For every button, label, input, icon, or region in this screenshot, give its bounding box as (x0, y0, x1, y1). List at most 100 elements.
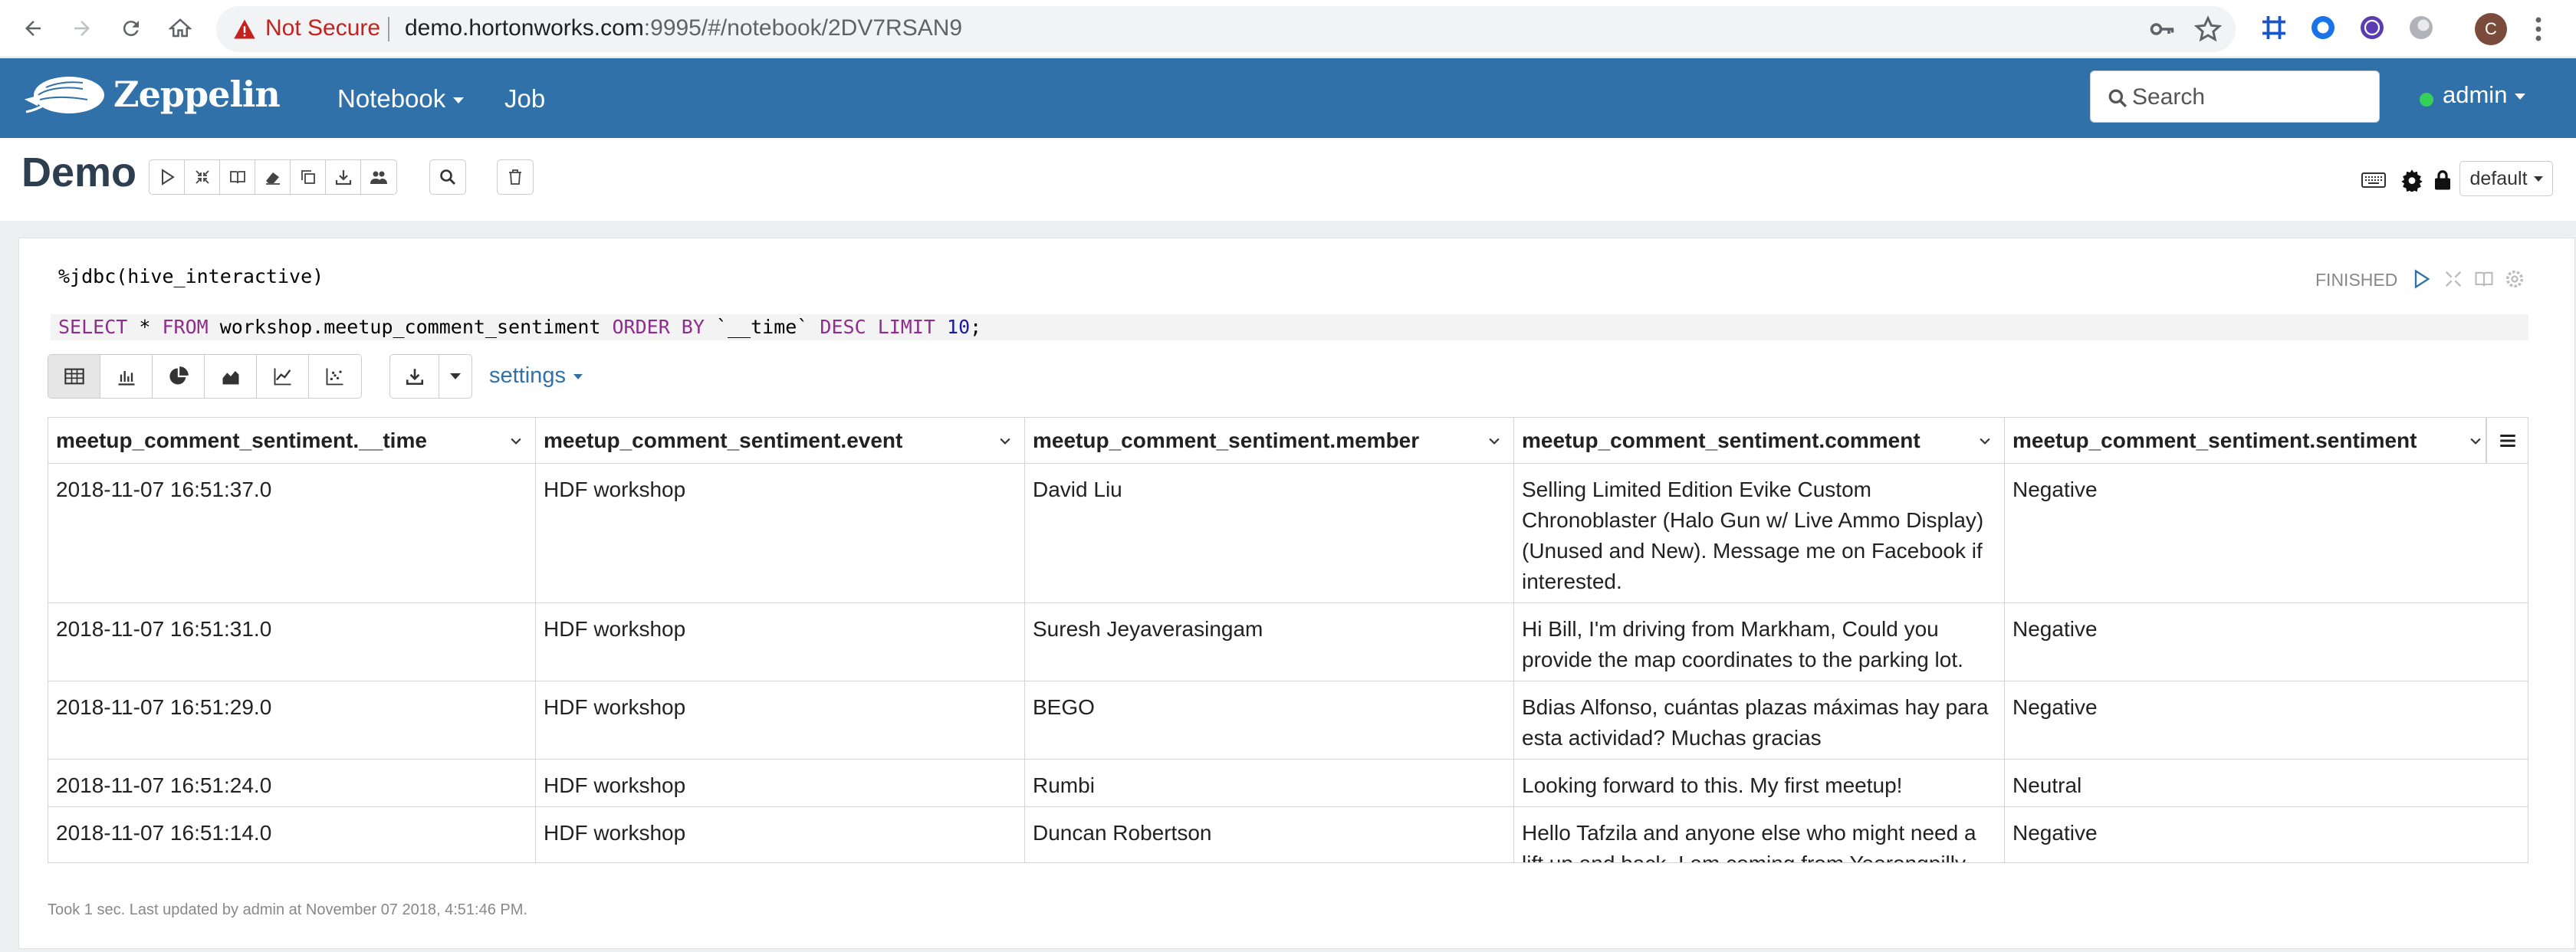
search-input[interactable] (2132, 82, 2362, 113)
pie-chart-button[interactable] (153, 355, 205, 398)
code-line-sql[interactable]: SELECT * FROM workshop.meetup_comment_se… (58, 316, 981, 338)
export-note-button[interactable] (326, 160, 361, 194)
brand-name[interactable]: Zeppelin (113, 74, 281, 115)
collapse-arrows-icon[interactable] (2443, 268, 2464, 290)
clear-output-button[interactable] (255, 160, 291, 194)
table-cell: Rumbi (1025, 760, 1514, 806)
extension-grid-icon[interactable] (2260, 14, 2288, 41)
page-title[interactable]: Demo (21, 149, 136, 196)
table-view-button[interactable] (48, 355, 100, 398)
star-icon[interactable] (2194, 15, 2222, 43)
column-header[interactable]: meetup_comment_sentiment.sentiment (2005, 418, 2486, 464)
table-cell: HDF workshop (536, 681, 1025, 759)
gear-icon[interactable] (2504, 268, 2525, 290)
not-secure-label: Not Secure (265, 15, 381, 41)
table-cell: BEGO (1025, 681, 1514, 759)
chevron-down-icon (1000, 438, 1010, 445)
column-header[interactable]: meetup_comment_sentiment.member (1025, 418, 1514, 464)
browser-toolbar: Not Secure demo.hortonworks.com:9995/#/n… (0, 0, 2576, 57)
grid-menu-button[interactable] (2486, 418, 2528, 464)
table-header: meetup_comment_sentiment.__time meetup_c… (48, 418, 2528, 464)
notebook-menu[interactable]: Notebook (337, 84, 465, 113)
url-text[interactable]: demo.hortonworks.com:9995/#/notebook/2DV… (405, 15, 962, 41)
line-chart-icon (274, 368, 291, 386)
back-icon[interactable] (15, 11, 51, 46)
key-icon[interactable] (2148, 15, 2176, 43)
pie-chart-icon (169, 366, 189, 385)
table-row[interactable]: 2018-11-07 16:51:29.0 HDF workshop BEGO … (48, 681, 2528, 760)
clone-note-button[interactable] (291, 160, 326, 194)
version-control-button[interactable] (361, 160, 396, 194)
search-code-button[interactable] (430, 160, 465, 194)
profile-avatar[interactable]: C (2475, 13, 2507, 45)
table-cell: Hi Bill, I'm driving from Markham, Could… (1514, 603, 2005, 681)
settings-label: settings (489, 363, 566, 388)
extension-circle-icon[interactable] (2309, 14, 2337, 41)
lock-icon[interactable] (2430, 169, 2455, 192)
table-row[interactable]: 2018-11-07 16:51:31.0 HDF workshop Sures… (48, 603, 2528, 681)
download-format-dropdown[interactable] (439, 355, 472, 398)
hamburger-icon (2499, 434, 2515, 448)
address-bar[interactable]: Not Secure demo.hortonworks.com:9995/#/n… (216, 6, 2236, 52)
chevron-down-icon (2515, 93, 2526, 100)
area-chart-button[interactable] (205, 355, 257, 398)
job-link[interactable]: Job (504, 84, 545, 113)
table-cell: Duncan Robertson (1025, 807, 1514, 862)
reload-icon[interactable] (113, 11, 149, 46)
column-header-label: meetup_comment_sentiment.event (544, 428, 903, 452)
zeppelin-logo-icon[interactable] (23, 69, 107, 123)
browser-menu-icon[interactable] (2527, 14, 2550, 44)
table-row[interactable]: 2018-11-07 16:51:24.0 HDF workshop Rumbi… (48, 760, 2528, 807)
search-icon (440, 169, 455, 185)
table-row[interactable]: 2018-11-07 16:51:37.0 HDF workshop David… (48, 464, 2528, 603)
table-cell: Looking forward to this. My first meetup… (1514, 760, 2005, 806)
column-header[interactable]: meetup_comment_sentiment.__time (48, 418, 536, 464)
gear-icon[interactable] (2400, 169, 2424, 192)
table-cell: Negative (2013, 478, 2098, 501)
paragraph-status: FINISHED (2315, 270, 2398, 290)
viz-settings-toggle[interactable]: settings (489, 363, 583, 389)
scatter-chart-button[interactable] (309, 355, 361, 398)
run-paragraph-icon[interactable] (2410, 268, 2432, 290)
table-cell: Selling Limited Edition Evike Custom Chr… (1514, 464, 2005, 602)
url-host: demo.hortonworks.com (405, 15, 644, 41)
trash-icon (509, 169, 521, 185)
interpreter-binding-dropdown[interactable]: default (2459, 161, 2553, 196)
omnibox-separator (388, 17, 389, 41)
forward-icon[interactable] (64, 11, 100, 46)
sql-number: 10 (947, 316, 971, 338)
code-line-interpreter[interactable]: %jdbc(hive_interactive) (58, 265, 324, 287)
sql-keyword: ORDER BY (612, 316, 705, 338)
book-icon[interactable] (2473, 268, 2495, 290)
user-menu[interactable]: admin (2443, 81, 2526, 109)
toggle-output-button[interactable] (220, 160, 255, 194)
table-row[interactable]: 2018-11-07 16:51:14.0 HDF workshop Dunca… (48, 807, 2528, 862)
column-header[interactable]: meetup_comment_sentiment.comment (1514, 418, 2005, 464)
bar-chart-icon (118, 371, 134, 386)
table-cell: HDF workshop (536, 603, 1025, 681)
column-header[interactable]: meetup_comment_sentiment.event (536, 418, 1025, 464)
keyboard-icon[interactable] (2361, 169, 2386, 192)
extension-grey-icon[interactable] (2407, 14, 2435, 41)
extension-web-icon[interactable] (2358, 14, 2386, 41)
sql-token: * (127, 316, 163, 338)
download-icon (335, 170, 351, 185)
table-cell: 2018-11-07 16:51:24.0 (48, 760, 536, 806)
table-cell: David Liu (1025, 464, 1514, 602)
search-icon (2108, 89, 2128, 108)
delete-note-button[interactable] (498, 160, 533, 194)
url-path: :9995/#/notebook/2DV7RSAN9 (643, 15, 963, 41)
home-icon[interactable] (163, 11, 198, 46)
line-chart-button[interactable] (257, 355, 309, 398)
run-all-button[interactable] (150, 160, 185, 194)
download-data-button[interactable] (390, 355, 439, 398)
toggle-code-button[interactable] (185, 160, 220, 194)
paragraph-footer: Took 1 sec. Last updated by admin at Nov… (48, 901, 527, 918)
chevron-down-icon (1489, 438, 1500, 445)
sql-keyword: SELECT (58, 316, 128, 338)
eraser-icon (265, 172, 280, 185)
chevron-down-icon (2470, 438, 2481, 445)
bar-chart-button[interactable] (100, 355, 153, 398)
search-box[interactable] (2090, 71, 2380, 123)
table-cell: HDF workshop (536, 464, 1025, 602)
